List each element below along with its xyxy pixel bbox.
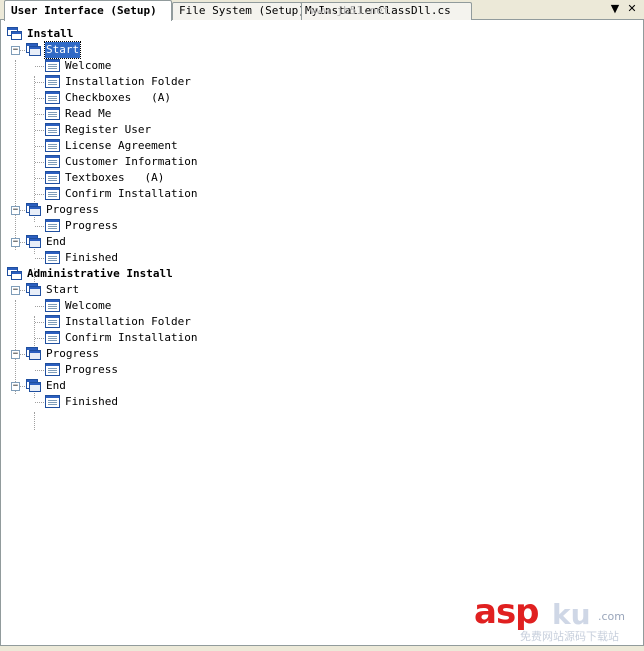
tree-node-label: Welcome [65,299,112,312]
tree-node-dialog[interactable]: Finished [1,250,301,266]
tree-node-install-start[interactable]: − Start [1,41,101,59]
tree-node-label: Progress [65,219,118,232]
tree-node-label: Read Me [65,107,112,120]
tree-node-label: Checkboxes (A) [65,91,171,104]
tree-node-admin-end[interactable]: − End [1,378,201,394]
tree-node-dialog[interactable]: Installation Folder [1,74,301,90]
user-interface-tree-view[interactable]: Install − Start Welcome Installation Fol… [0,20,644,645]
tree-node-label: Finished [65,395,118,408]
dialog-folder-icon [26,235,42,249]
tree-node-install-progress[interactable]: − Progress [1,202,201,218]
tree-node-label: Progress [46,347,99,360]
watermark-brand: asp [474,592,540,632]
collapse-toggle[interactable]: − [11,206,20,215]
tree-node-label: End [46,379,66,392]
tree-node-dialog[interactable]: Progress [1,362,301,378]
tree-node-dialog[interactable]: Read Me [1,106,301,122]
setup-root-icon [7,27,23,41]
tree-node-install-end[interactable]: − End [1,234,201,250]
tree-node-install[interactable]: Install [1,26,101,42]
watermark-url: www.jb51.net [310,4,390,17]
window-bottom-border [0,645,644,651]
dialog-icon [45,155,60,168]
tree-node-label: Confirm Installation [65,187,198,200]
dialog-icon [45,75,60,88]
tree-node-dialog[interactable]: Progress [1,218,301,234]
tree-node-label: Install [27,27,74,40]
dialog-folder-icon [26,283,42,297]
tree-node-label: Register User [65,123,152,136]
tree-node-label: Welcome [65,59,112,72]
tree-node-admin-start[interactable]: − Start [1,282,201,298]
tree-node-label: Textboxes (A) [65,171,165,184]
document-tab-bar: MyInstallerClassDll.cs File System (Setu… [0,0,644,21]
dialog-icon [45,59,60,72]
tree-node-dialog[interactable]: Confirm Installation [1,330,301,346]
tree-node-label: Administrative Install [27,267,173,280]
dialog-icon [45,139,60,152]
setup-root-icon [7,267,23,281]
tree-node-dialog[interactable]: Finished [1,394,301,410]
dialog-icon [45,331,60,344]
dialog-icon [45,171,60,184]
tree-node-dialog[interactable]: License Agreement [1,138,301,154]
tree-node-dialog[interactable]: Welcome [1,298,301,314]
tree-node-label: Start [43,41,82,59]
close-icon[interactable]: ✕ [625,2,639,16]
tree-node-label: End [46,235,66,248]
watermark-brand-ku: ku [552,598,591,631]
tree-node-admin-progress[interactable]: − Progress [1,346,201,362]
collapse-toggle[interactable]: − [11,350,20,359]
chevron-down-icon[interactable]: ▼ [608,2,622,16]
tree-node-dialog[interactable]: Textboxes (A) [1,170,301,186]
tree-node-label: Start [46,283,80,296]
tree-node-label: Installation Folder [65,75,191,88]
dialog-icon [45,363,60,376]
dialog-icon [45,91,60,104]
watermark-brand-com: .com [598,610,625,623]
tree-node-dialog[interactable]: Welcome [1,58,301,74]
collapse-toggle[interactable]: − [11,238,20,247]
watermark-subtitle: 免费网站源码下载站 [520,630,619,643]
dialog-icon [45,299,60,312]
site-watermark: asp ku .com 免费网站源码下载站 [470,588,642,644]
dialog-icon [45,395,60,408]
dialog-folder-icon [26,203,42,217]
dialog-icon [45,123,60,136]
tree-node-label: Installation Folder [65,315,191,328]
tree-node-dialog[interactable]: Confirm Installation [1,186,301,202]
tab-file-system[interactable]: File System (Setup) [172,2,302,20]
tree-node-dialog[interactable]: Installation Folder [1,314,301,330]
dialog-icon [45,315,60,328]
tree-node-label: Finished [65,251,118,264]
tree-node-label: Customer Information [65,155,198,168]
tree-node-dialog[interactable]: Customer Information [1,154,301,170]
collapse-toggle[interactable]: − [11,46,20,55]
dialog-icon [45,187,60,200]
tree-node-administrative-install[interactable]: Administrative Install [1,266,261,282]
tree-node-label: Confirm Installation [65,331,198,344]
collapse-toggle[interactable]: − [11,286,20,295]
tab-user-interface[interactable]: User Interface (Setup) [4,0,172,21]
dialog-icon [45,107,60,120]
tree-node-label: Progress [65,363,118,376]
tree-node-label: Progress [46,203,99,216]
dialog-folder-icon [26,347,42,361]
tree-node-dialog[interactable]: Checkboxes (A) [1,90,301,106]
collapse-toggle[interactable]: − [11,382,20,391]
dialog-icon [45,251,60,264]
dialog-folder-icon [26,43,42,57]
dialog-icon [45,219,60,232]
tree-node-dialog[interactable]: Register User [1,122,301,138]
tree-node-label: License Agreement [65,139,178,152]
dialog-folder-icon [26,379,42,393]
